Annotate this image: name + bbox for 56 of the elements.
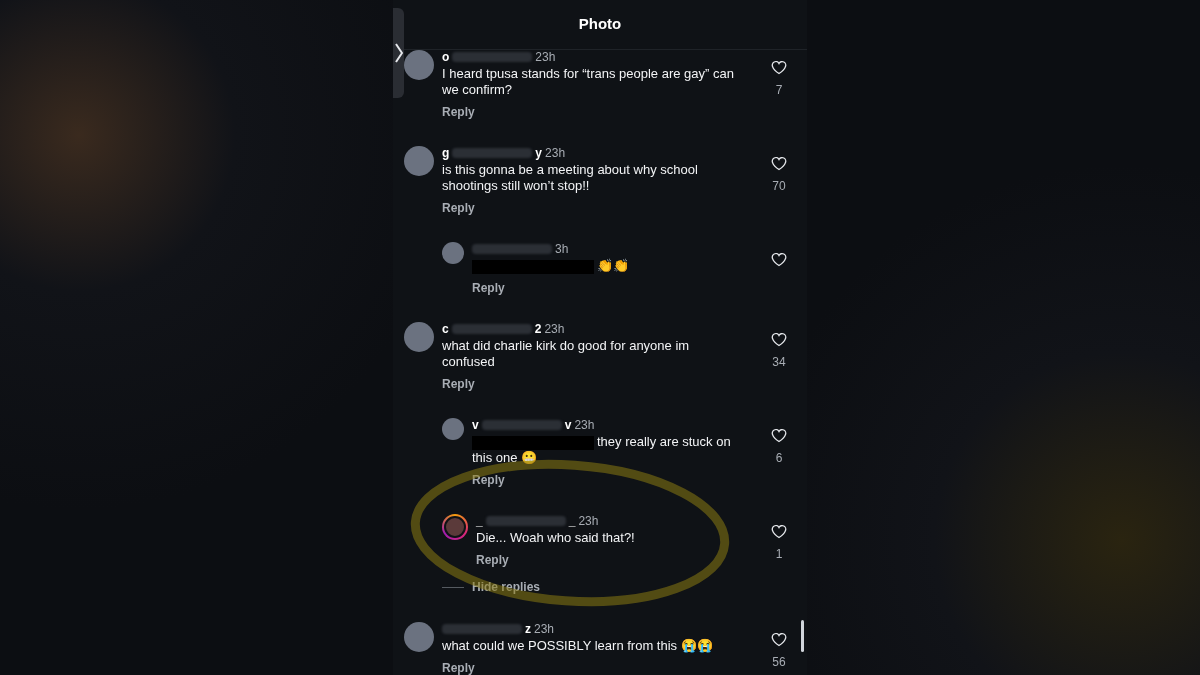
username-fragment: _ (476, 513, 483, 529)
comment-text: is this gonna be a meeting about why school shootings still won’t stop!! (442, 162, 698, 193)
username-fragment: y (535, 145, 543, 161)
username-fragment: z (525, 621, 531, 637)
like-count: 7 (775, 82, 783, 99)
comment-text: I heard tpusa stands for “trans people are gay” can we confirm? (442, 66, 734, 97)
username-fragment: v (472, 417, 479, 433)
comment-time: 23h (545, 145, 566, 161)
like-count: 1 (775, 546, 783, 563)
comment-time: 23h (535, 49, 556, 65)
chevron-right-icon (394, 43, 403, 63)
avatar[interactable] (404, 50, 434, 80)
username-fragment: 2 (534, 321, 542, 337)
username-fragment: v (564, 417, 572, 433)
heart-icon[interactable] (771, 332, 787, 347)
header-title: Photo (578, 14, 622, 35)
comment-time: 23h (544, 321, 565, 337)
username-fragment: o (442, 49, 450, 65)
heart-icon[interactable] (771, 60, 787, 75)
avatar[interactable] (404, 146, 434, 176)
like-count: 56 (772, 654, 786, 671)
reply-button[interactable]: Reply (442, 376, 475, 392)
heart-icon[interactable] (771, 524, 787, 539)
heart-icon[interactable] (771, 156, 787, 171)
username-fragment: g (442, 145, 450, 161)
hide-replies-button[interactable]: Hide replies (472, 578, 541, 596)
username-fragment: c (442, 321, 449, 337)
comment-time: 23h (574, 417, 595, 433)
comment-text: what did charlie kirk do good for anyone im confused (442, 338, 690, 369)
comment-time: 23h (534, 621, 555, 637)
heart-icon[interactable] (771, 252, 787, 267)
avatar[interactable] (404, 322, 434, 352)
like-count: 6 (775, 450, 783, 467)
comment-text: what could we POSSIBLY learn from this 😭😭 (442, 638, 713, 653)
username-fragment: _ (568, 513, 576, 529)
reply-button[interactable]: Reply (442, 660, 475, 675)
comment-text: Die... Woah who said that?! (476, 530, 635, 545)
reply-button[interactable]: Reply (442, 104, 475, 120)
comment-time: 23h (578, 513, 599, 529)
heart-icon[interactable] (771, 428, 787, 443)
reply-button[interactable]: Reply (476, 552, 509, 568)
scrollbar (801, 620, 804, 652)
comment-text: 👏👏 (597, 258, 629, 273)
reply-button[interactable]: Reply (442, 200, 475, 216)
avatar-story-ring[interactable] (442, 514, 468, 540)
comment-text: they really are stuck on this one 😬 (472, 434, 731, 465)
avatar[interactable] (442, 242, 464, 264)
like-count: 70 (772, 178, 786, 195)
reply-button[interactable]: Reply (472, 280, 505, 296)
avatar[interactable] (404, 622, 434, 652)
like-count: 34 (772, 354, 786, 371)
side-tab[interactable] (393, 8, 404, 98)
reply-button[interactable]: Reply (472, 472, 505, 488)
avatar[interactable] (442, 418, 464, 440)
comment-time: 3h (555, 241, 569, 257)
heart-icon[interactable] (771, 632, 787, 647)
